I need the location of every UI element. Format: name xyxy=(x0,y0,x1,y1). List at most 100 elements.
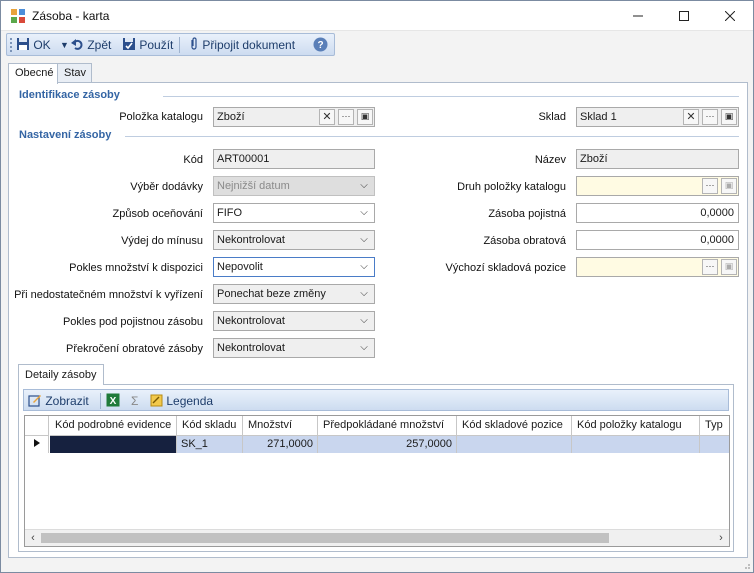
row-indicator-header xyxy=(25,416,49,436)
available-decrease-label: Pokles množství k dispozici xyxy=(69,262,203,274)
horizontal-scrollbar[interactable]: ‹ › xyxy=(25,529,729,546)
scrollbar-thumb[interactable] xyxy=(41,533,609,543)
section-divider xyxy=(163,96,739,97)
use-label: Použít xyxy=(139,38,174,52)
back-label: Zpět xyxy=(87,38,112,52)
close-button[interactable] xyxy=(707,1,753,31)
column-header[interactable]: Kód podrobné evidence xyxy=(50,416,177,436)
warehouse-value: Sklad 1 xyxy=(580,111,617,123)
safety-stock-field[interactable]: 0,0000 xyxy=(576,203,739,223)
name-value: Zboží xyxy=(580,153,608,165)
window: Zásoba - karta OK ▼ Zpět Použít Připojit… xyxy=(0,0,754,573)
supplier-choice-dropdown[interactable]: Nejnižší datum ⌵ xyxy=(213,176,375,196)
current-row-icon xyxy=(33,439,40,447)
available-decrease-dropdown[interactable]: Nepovolit ⌵ xyxy=(213,257,375,277)
column-header[interactable]: Kód skladové pozice xyxy=(457,416,572,436)
resize-grip-icon[interactable] xyxy=(741,560,751,570)
minimize-icon xyxy=(633,15,643,17)
scroll-right-icon[interactable]: › xyxy=(713,530,729,546)
ok-button[interactable]: OK xyxy=(16,37,51,53)
open-form-icon[interactable]: ▣ xyxy=(721,178,737,194)
tab-stock-details-label: Detaily zásoby xyxy=(25,369,97,381)
negative-issue-label: Výdej do mínusu xyxy=(121,235,203,247)
catalog-item-type-field[interactable]: ··· ▣ xyxy=(576,176,739,196)
ok-dropdown-arrow[interactable]: ▼ xyxy=(60,37,69,53)
name-field[interactable]: Zboží xyxy=(576,149,739,169)
row-indicator[interactable] xyxy=(25,436,49,453)
ok-label: OK xyxy=(33,38,51,52)
over-turnover-value: Nekontrolovat xyxy=(217,342,285,354)
insufficient-qty-value: Ponechat beze změny xyxy=(217,288,326,300)
table-cell[interactable]: SK_1 xyxy=(177,436,243,453)
catalog-item-type-label: Druh položky katalogu xyxy=(457,181,566,193)
table-cell[interactable] xyxy=(457,436,572,453)
clear-icon[interactable]: ✕ xyxy=(683,109,699,125)
open-form-icon[interactable]: ▣ xyxy=(721,259,737,275)
window-title: Zásoba - karta xyxy=(32,9,110,23)
insufficient-qty-label: Při nedostatečném množství k vyřízení xyxy=(14,289,203,301)
ellipsis-icon[interactable]: ··· xyxy=(702,178,718,194)
table-cell[interactable] xyxy=(572,436,700,453)
ellipsis-icon[interactable]: ··· xyxy=(702,109,718,125)
toolbar-separator xyxy=(179,37,180,53)
excel-export-button[interactable]: X xyxy=(106,393,120,409)
code-value: ART00001 xyxy=(217,153,270,165)
ellipsis-icon[interactable]: ··· xyxy=(702,259,718,275)
attach-document-button[interactable]: Připojit dokument xyxy=(189,37,295,53)
chevron-down-icon: ⌵ xyxy=(360,342,368,353)
default-location-field[interactable]: ··· ▣ xyxy=(576,257,739,277)
show-button[interactable]: Zobrazit xyxy=(28,393,89,409)
sum-button[interactable]: Σ xyxy=(131,393,138,409)
open-form-icon[interactable]: ▣ xyxy=(357,109,373,125)
code-label: Kód xyxy=(183,154,203,166)
warehouse-field[interactable]: Sklad 1 ✕ ··· ▣ xyxy=(576,107,739,127)
table-cell[interactable] xyxy=(700,436,729,453)
tab-status-label: Stav xyxy=(64,67,87,79)
section-divider xyxy=(125,136,739,137)
warehouse-label: Sklad xyxy=(538,111,566,123)
table-cell[interactable]: 271,0000 xyxy=(243,436,318,453)
below-safety-label: Pokles pod pojistnou zásobu xyxy=(62,316,203,328)
turnover-stock-label: Zásoba obratová xyxy=(483,235,566,247)
app-icon xyxy=(11,9,25,23)
column-header[interactable]: Předpokládané množství xyxy=(318,416,457,436)
tab-status[interactable]: Stav xyxy=(57,63,92,83)
available-decrease-value: Nepovolit xyxy=(217,261,263,273)
save-icon xyxy=(17,38,29,50)
column-header[interactable]: Typ xyxy=(700,416,729,436)
supplier-choice-label: Výběr dodávky xyxy=(130,181,203,193)
supplier-choice-value: Nejnižší datum xyxy=(217,180,290,192)
open-form-icon[interactable]: ▣ xyxy=(721,109,737,125)
tab-stock-details[interactable]: Detaily zásoby xyxy=(18,364,104,385)
negative-issue-dropdown[interactable]: Nekontrolovat ⌵ xyxy=(213,230,375,250)
clear-icon[interactable]: ✕ xyxy=(319,109,335,125)
tab-general[interactable]: Obecné xyxy=(8,63,58,84)
negative-issue-value: Nekontrolovat xyxy=(217,234,285,246)
minimize-button[interactable] xyxy=(615,1,661,31)
help-button[interactable]: ? xyxy=(313,37,328,53)
maximize-button[interactable] xyxy=(661,1,707,31)
below-safety-dropdown[interactable]: Nekontrolovat ⌵ xyxy=(213,311,375,331)
column-header[interactable]: Množství xyxy=(243,416,318,436)
ellipsis-icon[interactable]: ··· xyxy=(338,109,354,125)
chevron-down-icon: ⌵ xyxy=(360,288,368,299)
back-button[interactable]: Zpět xyxy=(71,37,111,53)
table-cell[interactable]: 257,0000 xyxy=(318,436,457,453)
apply-icon xyxy=(123,38,135,50)
paperclip-icon xyxy=(191,37,197,50)
help-icon: ? xyxy=(313,37,328,52)
code-field[interactable]: ART00001 xyxy=(213,149,375,169)
use-button[interactable]: Použít xyxy=(122,37,173,53)
catalog-item-field[interactable]: Zboží ✕ ··· ▣ xyxy=(213,107,375,127)
turnover-stock-field[interactable]: 0,0000 xyxy=(576,230,739,250)
legend-button[interactable]: Legenda xyxy=(150,393,213,409)
scroll-left-icon[interactable]: ‹ xyxy=(25,530,41,546)
column-header[interactable]: Kód položky katalogu xyxy=(572,416,700,436)
column-header[interactable]: Kód skladu xyxy=(177,416,243,436)
over-turnover-dropdown[interactable]: Nekontrolovat ⌵ xyxy=(213,338,375,358)
valuation-method-dropdown[interactable]: FIFO ⌵ xyxy=(213,203,375,223)
table-cell[interactable] xyxy=(50,436,177,453)
toolbar-grip[interactable] xyxy=(10,38,12,52)
insufficient-qty-dropdown[interactable]: Ponechat beze změny ⌵ xyxy=(213,284,375,304)
toolbar-separator xyxy=(100,393,101,409)
